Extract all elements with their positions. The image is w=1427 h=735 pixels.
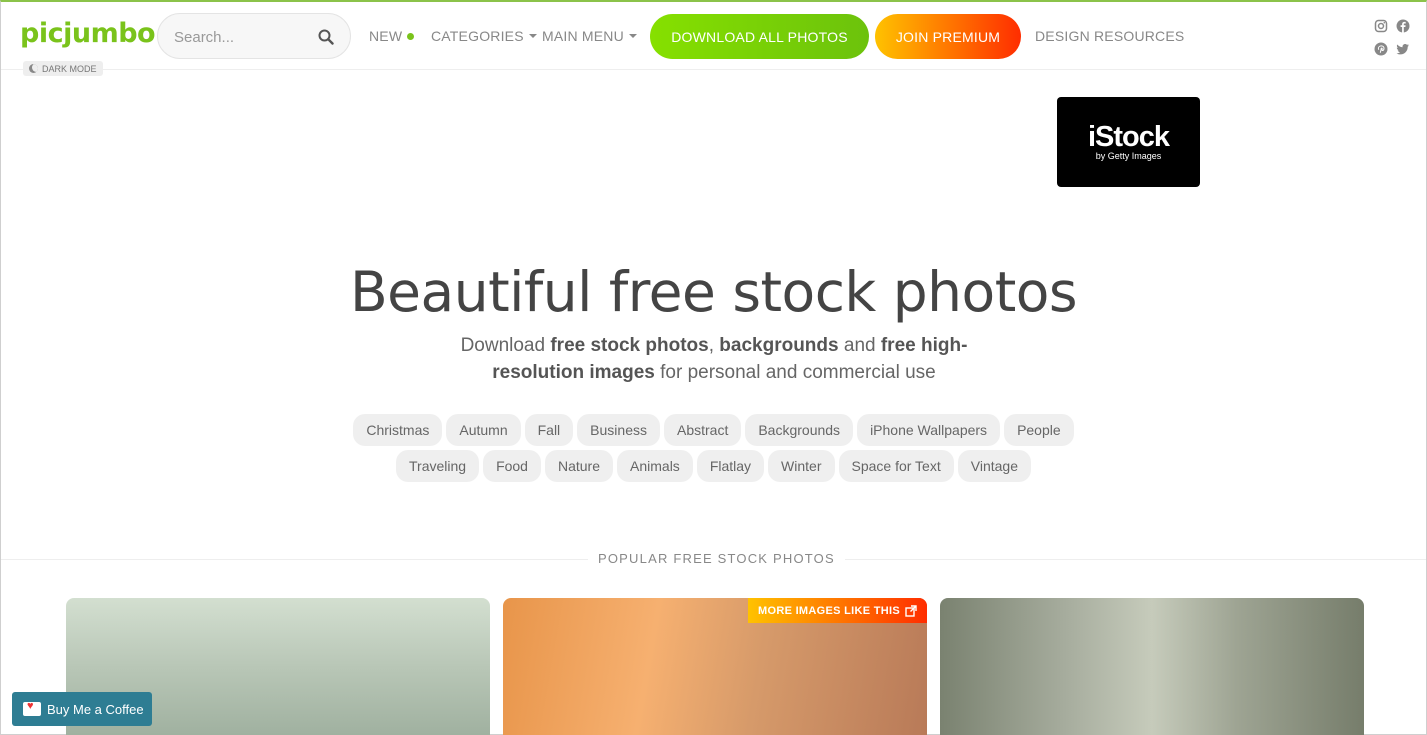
facebook-icon[interactable] [1396,19,1410,33]
tag-food[interactable]: Food [483,450,541,482]
nav-categories[interactable]: CATEGORIES [431,28,537,44]
hero-sub-text: , [708,335,720,356]
instagram-icon[interactable] [1374,19,1388,33]
tag-iphone-wallpapers[interactable]: iPhone Wallpapers [857,414,1001,446]
tag-nature[interactable]: Nature [544,450,614,482]
tag-people[interactable]: People [1004,414,1074,446]
hero-sub-text: for personal and commercial use [654,362,936,383]
site-logo[interactable]: picjumbo [20,18,156,49]
pinterest-icon[interactable] [1374,42,1388,56]
tag-list-row-2: Traveling Food Nature Animals Flatlay Wi… [1,450,1426,482]
tag-flatlay[interactable]: Flatlay [696,450,765,482]
tag-fall[interactable]: Fall [524,414,574,446]
dark-mode-toggle[interactable]: DARK MODE [23,61,103,76]
site-header: picjumbo DARK MODE NEW CATEGORIES MAIN M… [1,2,1426,76]
tag-autumn[interactable]: Autumn [446,414,521,446]
hero-sub-bold: free stock photos [550,335,709,356]
hero-sub-bold: backgrounds [719,335,839,356]
chevron-down-icon [528,34,537,38]
tag-traveling[interactable]: Traveling [396,450,480,482]
istock-logo: iStock [1087,121,1170,153]
nav-new-label: NEW [369,28,403,44]
tag-christmas[interactable]: Christmas [353,414,443,446]
hero-title: Beautiful free stock photos [349,260,1078,324]
istock-ad-banner[interactable]: iStock by Getty Images [1057,97,1200,187]
search-input[interactable] [174,26,314,48]
chevron-down-icon [628,34,637,38]
tag-backgrounds[interactable]: Backgrounds [745,414,854,446]
coffee-cup-icon [23,700,41,716]
hero-sub-text: Download [460,335,551,356]
tag-abstract[interactable]: Abstract [663,414,742,446]
twitter-icon[interactable] [1396,42,1410,56]
more-images-like-this-button[interactable]: MORE IMAGES LIKE THIS [748,598,927,623]
tag-business[interactable]: Business [577,414,660,446]
photo-card[interactable] [940,598,1364,735]
hero-subtitle: Download free stock photos, backgrounds … [441,332,987,386]
buy-me-a-coffee-label: Buy Me a Coffee [47,701,144,717]
nav-main-menu-label: MAIN MENU [542,28,624,44]
join-premium-button[interactable]: JOIN PREMIUM [875,14,1021,59]
new-indicator-dot [407,32,415,40]
photo-card[interactable]: MORE IMAGES LIKE THIS [503,598,927,735]
more-images-label: MORE IMAGES LIKE THIS [758,604,900,617]
tag-vintage[interactable]: Vintage [957,450,1031,482]
search-icon[interactable] [318,29,334,45]
popular-section-heading: POPULAR FREE STOCK PHOTOS [588,551,845,566]
download-all-photos-button[interactable]: DOWNLOAD ALL PHOTOS [650,14,869,59]
istock-tagline: by Getty Images [1095,151,1162,161]
tag-animals[interactable]: Animals [617,450,693,482]
nav-design-resources[interactable]: DESIGN RESOURCES [1035,28,1184,44]
tag-winter[interactable]: Winter [768,450,835,482]
search-box [157,13,351,59]
buy-me-a-coffee-button[interactable]: Buy Me a Coffee [12,692,152,726]
tag-space-for-text[interactable]: Space for Text [838,450,954,482]
nav-categories-label: CATEGORIES [431,28,524,44]
hero-sub-text: and [838,335,881,356]
moon-icon [29,64,38,73]
dark-mode-label: DARK MODE [42,63,97,74]
nav-new[interactable]: NEW [369,28,415,44]
nav-main-menu[interactable]: MAIN MENU [542,28,637,44]
external-link-icon [905,604,917,617]
tag-list-row-1: Christmas Autumn Fall Business Abstract … [1,414,1426,446]
